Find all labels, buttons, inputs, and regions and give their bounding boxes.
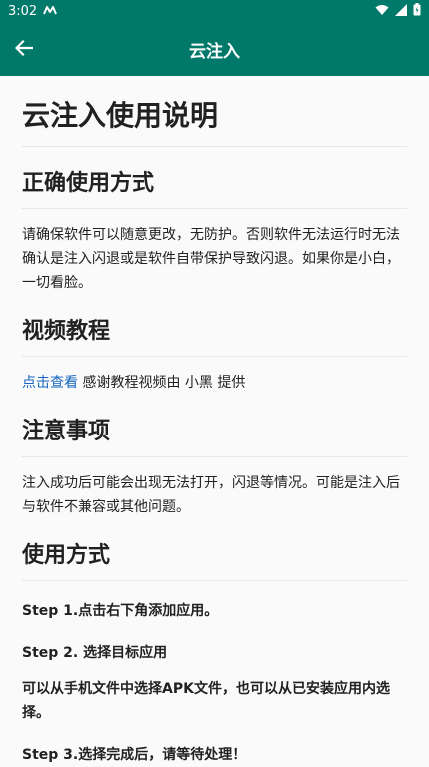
video-credit-text: 感谢教程视频由 小黑 提供 bbox=[78, 375, 246, 391]
m-logo-icon bbox=[43, 4, 58, 19]
status-time: 3:02 bbox=[8, 4, 38, 19]
wifi-icon bbox=[375, 4, 389, 20]
step-3: Step 3.选择完成后，请等待处理！ bbox=[22, 747, 247, 763]
section-body-usage: 请确保软件可以随意更改，无防护。否则软件无法运行时无法确认是注入闪退或是软件自带… bbox=[22, 227, 400, 291]
section-body-video: 点击查看 感谢教程视频由 小黑 提供 bbox=[22, 371, 407, 395]
section-body-notes: 注入成功后可能会出现无法打开，闪退等情况。可能是注入后与软件不兼容或其他问题。 bbox=[22, 475, 400, 515]
section-heading-usage: 正确使用方式 bbox=[22, 169, 407, 209]
section-heading-howto: 使用方式 bbox=[22, 541, 407, 581]
arrow-left-icon bbox=[14, 39, 34, 61]
doc-content: 云注入使用说明 正确使用方式 请确保软件可以随意更改，无防护。否则软件无法运行时… bbox=[0, 98, 429, 767]
section-heading-notes: 注意事项 bbox=[22, 417, 407, 457]
app-bar-title: 云注入 bbox=[189, 42, 240, 62]
view-video-link[interactable]: 点击查看 bbox=[22, 375, 78, 391]
step-2-description: 可以从手机文件中选择APK文件，也可以从已安装应用内选择。 bbox=[22, 681, 390, 721]
battery-icon bbox=[413, 3, 421, 20]
back-button[interactable] bbox=[0, 26, 48, 74]
section-heading-video: 视频教程 bbox=[22, 317, 407, 357]
status-bar: 3:02 bbox=[0, 0, 429, 23]
signal-icon bbox=[395, 3, 407, 20]
step-1: Step 1.点击右下角添加应用。 bbox=[22, 603, 219, 619]
doc-title: 云注入使用说明 bbox=[22, 98, 407, 147]
app-bar: 云注入 bbox=[0, 23, 429, 76]
step-2: Step 2. 选择目标应用 bbox=[22, 645, 168, 661]
